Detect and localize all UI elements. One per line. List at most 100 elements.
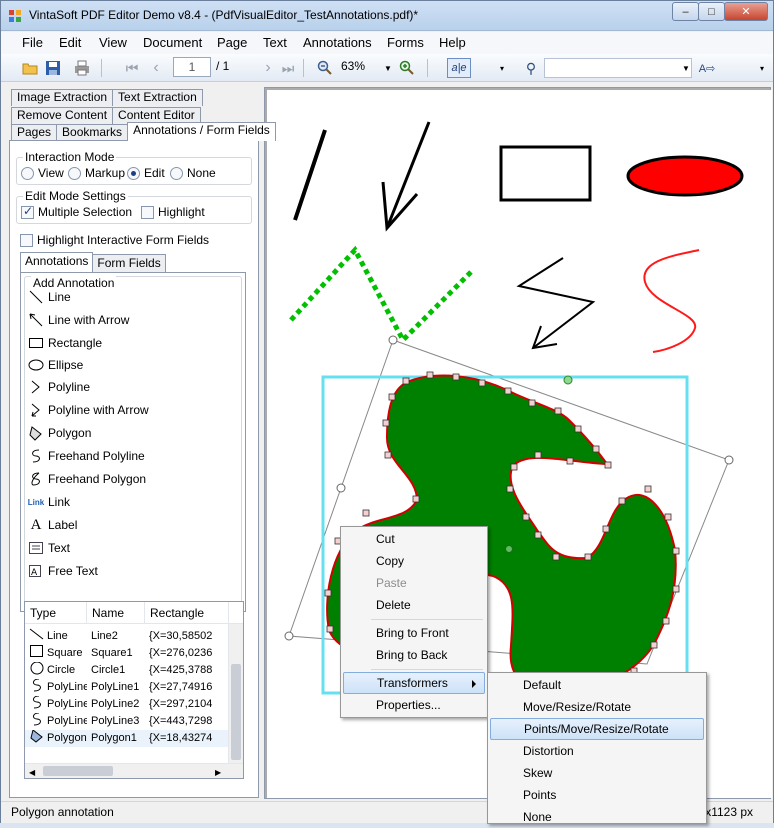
- radio-view[interactable]: View: [21, 166, 64, 180]
- tab-image-extraction[interactable]: Image Extraction: [11, 89, 114, 106]
- table-row[interactable]: PolyLine PolyLine1 {X=27,74916: [25, 679, 231, 696]
- menu-item-bring-to-front[interactable]: Bring to Front: [343, 622, 485, 644]
- table-row[interactable]: PolyLine PolyLine2 {X=297,2104: [25, 696, 231, 713]
- first-page-icon[interactable]: ⏮: [123, 58, 141, 78]
- list-horizontal-scroll-thumb[interactable]: [43, 766, 113, 776]
- add-free-text[interactable]: A Free Text: [28, 561, 98, 581]
- radio-edit[interactable]: Edit: [127, 166, 165, 180]
- menu-item-copy[interactable]: Copy: [343, 550, 485, 572]
- checkbox-highlight-form-fields[interactable]: Highlight Interactive Form Fields: [20, 233, 209, 247]
- zoom-dropdown-icon[interactable]: ▼: [383, 58, 393, 78]
- tab-pages[interactable]: Pages: [11, 124, 58, 141]
- title-bar[interactable]: VintaSoft PDF Editor Demo v8.4 - (PdfVis…: [1, 1, 773, 31]
- column-name[interactable]: Name: [87, 602, 145, 623]
- minimize-button[interactable]: –: [672, 2, 699, 21]
- page-number-input[interactable]: 1: [173, 57, 211, 77]
- column-rectangle[interactable]: Rectangle: [145, 602, 229, 623]
- add-text[interactable]: Text: [28, 538, 70, 558]
- menu-view[interactable]: View: [99, 35, 127, 50]
- table-row[interactable]: Square Square1 {X=276,0236: [25, 645, 231, 662]
- transformer-points-move-resize-rotate[interactable]: Points/Move/Resize/Rotate: [490, 718, 704, 740]
- list-horizontal-scrollbar[interactable]: ◀ ▶: [25, 763, 243, 778]
- add-polygon[interactable]: Polygon: [28, 423, 91, 443]
- last-page-icon[interactable]: ⏭: [279, 58, 297, 78]
- menu-text[interactable]: Text: [263, 35, 287, 50]
- menu-item-bring-to-back[interactable]: Bring to Back: [343, 644, 485, 666]
- add-freehand-polygon[interactable]: Freehand Polygon: [28, 469, 146, 489]
- add-link[interactable]: Link Link: [28, 492, 70, 512]
- transformer-points[interactable]: Points: [490, 784, 704, 806]
- radio-markup[interactable]: Markup: [68, 166, 125, 180]
- label-icon: A: [30, 516, 42, 533]
- add-label[interactable]: A Label: [28, 515, 78, 535]
- menu-annotations[interactable]: Annotations: [303, 35, 372, 50]
- next-page-icon[interactable]: ›: [259, 58, 277, 78]
- maximize-button[interactable]: □: [698, 2, 725, 21]
- table-row[interactable]: Circle Circle1 {X=425,3788: [25, 662, 231, 679]
- polyline-arrow-annotation: [516, 257, 596, 350]
- menu-item-paste[interactable]: Paste: [343, 572, 485, 594]
- radio-markup-indicator: [68, 166, 81, 180]
- checkbox-highlight[interactable]: Highlight: [141, 205, 205, 219]
- find-next-icon[interactable]: A⇨: [697, 58, 717, 78]
- transformer-move-resize-rotate[interactable]: Move/Resize/Rotate: [490, 696, 704, 718]
- search-dropdown-icon[interactable]: ▼: [681, 58, 691, 78]
- menu-edit[interactable]: Edit: [59, 35, 81, 50]
- tab-annotations-form-fields[interactable]: Annotations / Form Fields: [127, 122, 276, 141]
- menu-item-delete[interactable]: Delete: [343, 594, 485, 616]
- menu-forms[interactable]: Forms: [387, 35, 424, 50]
- menu-file[interactable]: File: [22, 35, 43, 50]
- text-select-icon[interactable]: a|e: [447, 58, 471, 78]
- menu-item-properties[interactable]: Properties...: [343, 694, 485, 716]
- subtab-annotations[interactable]: Annotations: [20, 252, 94, 272]
- zoom-level[interactable]: 63%: [341, 59, 365, 73]
- subtab-form-fields[interactable]: Form Fields: [92, 254, 166, 272]
- checkbox-multiple-selection[interactable]: Multiple Selection: [21, 204, 132, 219]
- menu-item-cut[interactable]: Cut: [343, 528, 485, 550]
- transformer-distortion[interactable]: Distortion: [490, 740, 704, 762]
- table-row[interactable]: Line Line2 {X=30,58502: [25, 628, 231, 645]
- close-button[interactable]: ✕: [724, 2, 768, 21]
- add-polyline[interactable]: Polyline: [28, 377, 90, 397]
- add-line[interactable]: Line: [28, 287, 71, 307]
- add-rectangle[interactable]: Rectangle: [28, 333, 102, 353]
- radio-view-indicator: [21, 166, 34, 180]
- find-icon[interactable]: ⚲: [521, 58, 541, 78]
- menu-page[interactable]: Page: [217, 35, 247, 50]
- tab-bookmarks[interactable]: Bookmarks: [56, 124, 129, 141]
- add-line-with-arrow[interactable]: Line with Arrow: [28, 310, 129, 330]
- column-type[interactable]: Type: [25, 602, 87, 623]
- radio-none[interactable]: None: [170, 166, 216, 180]
- print-icon[interactable]: [71, 58, 93, 78]
- transformer-none[interactable]: None: [490, 806, 704, 828]
- zoom-in-icon[interactable]: [397, 58, 417, 78]
- transformer-default[interactable]: Default: [490, 674, 704, 696]
- table-row-selected[interactable]: Polygon Polygon1 {X=18,43274: [25, 730, 231, 747]
- list-vertical-scrollbar[interactable]: [228, 624, 243, 764]
- left-panel: Image Extraction Text Extraction Remove …: [5, 86, 276, 798]
- scroll-left-icon[interactable]: ◀: [29, 768, 35, 777]
- add-ellipse[interactable]: Ellipse: [28, 355, 83, 375]
- toolbar-overflow-icon-2[interactable]: ▾: [757, 58, 767, 78]
- context-menu: Cut Copy Paste Delete Bring to Front Bri…: [340, 526, 488, 718]
- zoom-out-icon[interactable]: [315, 58, 335, 78]
- scroll-right-icon[interactable]: ▶: [215, 768, 221, 777]
- menu-item-transformers[interactable]: Transformers: [343, 672, 485, 694]
- save-icon[interactable]: [43, 58, 63, 78]
- prev-page-icon[interactable]: ‹: [147, 58, 165, 78]
- tab-text-extraction[interactable]: Text Extraction: [112, 89, 203, 106]
- menu-help[interactable]: Help: [439, 35, 466, 50]
- window-title: VintaSoft PDF Editor Demo v8.4 - (PdfVis…: [29, 8, 419, 22]
- status-image-size: x1123 px: [705, 805, 753, 819]
- annotation-list[interactable]: Type Name Rectangle Line Line2 {X=30,585…: [24, 601, 244, 779]
- transformer-skew[interactable]: Skew: [490, 762, 704, 784]
- tab-remove-content[interactable]: Remove Content: [11, 107, 114, 124]
- add-polyline-with-arrow[interactable]: Polyline with Arrow: [28, 400, 149, 420]
- table-row[interactable]: PolyLine PolyLine3 {X=443,7298: [25, 713, 231, 730]
- toolbar-overflow-icon[interactable]: ▾: [497, 58, 507, 78]
- search-input[interactable]: [544, 58, 692, 78]
- list-vertical-scroll-thumb[interactable]: [231, 664, 241, 760]
- menu-document[interactable]: Document: [143, 35, 202, 50]
- add-freehand-polyline[interactable]: Freehand Polyline: [28, 446, 145, 466]
- open-icon[interactable]: [21, 58, 41, 78]
